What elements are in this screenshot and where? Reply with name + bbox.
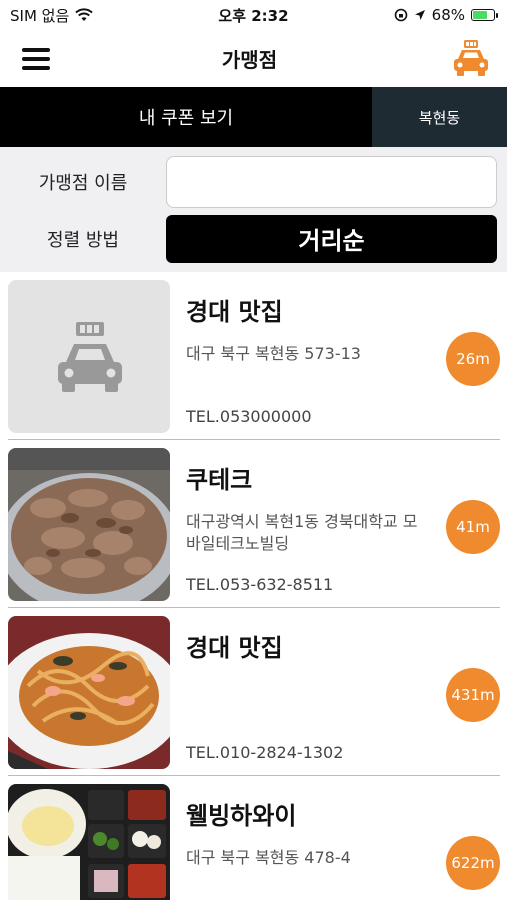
distance-badge: 431m bbox=[446, 668, 500, 722]
store-name: 경대 맛집 bbox=[186, 634, 283, 662]
store-phone: TEL.053-632-8511 bbox=[186, 575, 334, 594]
carrier-text: SIM 없음 bbox=[10, 6, 70, 25]
store-name: 경대 맛집 bbox=[186, 298, 283, 326]
distance-badge: 26m bbox=[446, 332, 500, 386]
region-tab[interactable]: 복현동 bbox=[372, 87, 507, 147]
store-address: 대구 북구 복현동 573-13 bbox=[186, 344, 361, 363]
my-coupons-tab[interactable]: 내 쿠폰 보기 bbox=[0, 87, 372, 147]
store-info: 웰빙하와이 대구 북구 복현동 478-4 622m bbox=[170, 784, 500, 900]
store-address bbox=[186, 679, 426, 723]
store-address: 대구광역시 복현1동 경북대학교 모바일테크노빌딩 bbox=[186, 512, 418, 553]
sort-method-button[interactable]: 거리순 bbox=[166, 214, 497, 263]
nav-bar: 가맹점 bbox=[0, 30, 507, 87]
page-title: 가맹점 bbox=[221, 48, 278, 72]
status-bar: SIM 없음 오후 2:32 68% bbox=[0, 0, 507, 30]
status-right: 68% bbox=[394, 6, 498, 24]
store-info: 경대 맛집 TEL.010-2824-1302 431m bbox=[170, 616, 500, 776]
lunchbox-photo bbox=[8, 784, 170, 900]
distance-badge: 41m bbox=[446, 500, 500, 554]
store-list-item[interactable]: 경대 맛집 대구 북구 복현동 573-13 TEL.053000000 26m bbox=[0, 272, 507, 440]
store-list-item[interactable]: 웰빙하와이 대구 북구 복현동 478-4 622m bbox=[0, 776, 507, 900]
hamburger-menu-icon[interactable] bbox=[22, 47, 50, 70]
store-thumbnail bbox=[8, 280, 170, 433]
name-filter-row: 가맹점 이름 bbox=[0, 153, 497, 210]
store-thumbnail bbox=[8, 448, 170, 601]
sort-method-label: 정렬 방법 bbox=[47, 229, 119, 251]
location-arrow-icon bbox=[414, 10, 425, 20]
store-name-input[interactable] bbox=[166, 155, 497, 208]
store-phone: TEL.010-2824-1302 bbox=[186, 743, 344, 762]
noodle-dish-photo bbox=[8, 616, 170, 769]
taxi-logo-icon[interactable] bbox=[449, 37, 493, 81]
store-thumbnail bbox=[8, 616, 170, 769]
store-list-item[interactable]: 쿠테크 대구광역시 복현1동 경북대학교 모바일테크노빌딩 TEL.053-63… bbox=[0, 440, 507, 608]
battery-percent: 68% bbox=[431, 6, 465, 24]
store-phone: TEL.053000000 bbox=[186, 407, 312, 426]
tab-bar: 내 쿠폰 보기 복현동 bbox=[0, 87, 507, 147]
store-info: 쿠테크 대구광역시 복현1동 경북대학교 모바일테크노빌딩 TEL.053-63… bbox=[170, 448, 500, 608]
store-address: 대구 북구 복현동 478-4 bbox=[186, 848, 351, 867]
store-name: 웰빙하와이 bbox=[186, 802, 297, 830]
store-thumbnail bbox=[8, 784, 170, 900]
store-list-item[interactable]: 경대 맛집 TEL.010-2824-1302 431m bbox=[0, 608, 507, 776]
orientation-lock-icon bbox=[394, 8, 407, 22]
taxi-placeholder-icon bbox=[8, 280, 170, 433]
sort-filter-row: 정렬 방법 거리순 bbox=[0, 210, 497, 267]
store-list: 경대 맛집 대구 북구 복현동 573-13 TEL.053000000 26m bbox=[0, 272, 507, 900]
store-name: 쿠테크 bbox=[186, 466, 253, 494]
battery-fill bbox=[473, 11, 487, 19]
distance-badge: 622m bbox=[446, 836, 500, 890]
bbq-meat-photo bbox=[8, 448, 170, 601]
store-name-label: 가맹점 이름 bbox=[38, 172, 128, 194]
battery-icon bbox=[471, 9, 498, 21]
wifi-icon bbox=[75, 8, 93, 21]
filter-panel: 가맹점 이름 정렬 방법 거리순 bbox=[0, 147, 507, 272]
status-left: SIM 없음 bbox=[10, 5, 93, 26]
store-info: 경대 맛집 대구 북구 복현동 573-13 TEL.053000000 26m bbox=[170, 280, 500, 440]
